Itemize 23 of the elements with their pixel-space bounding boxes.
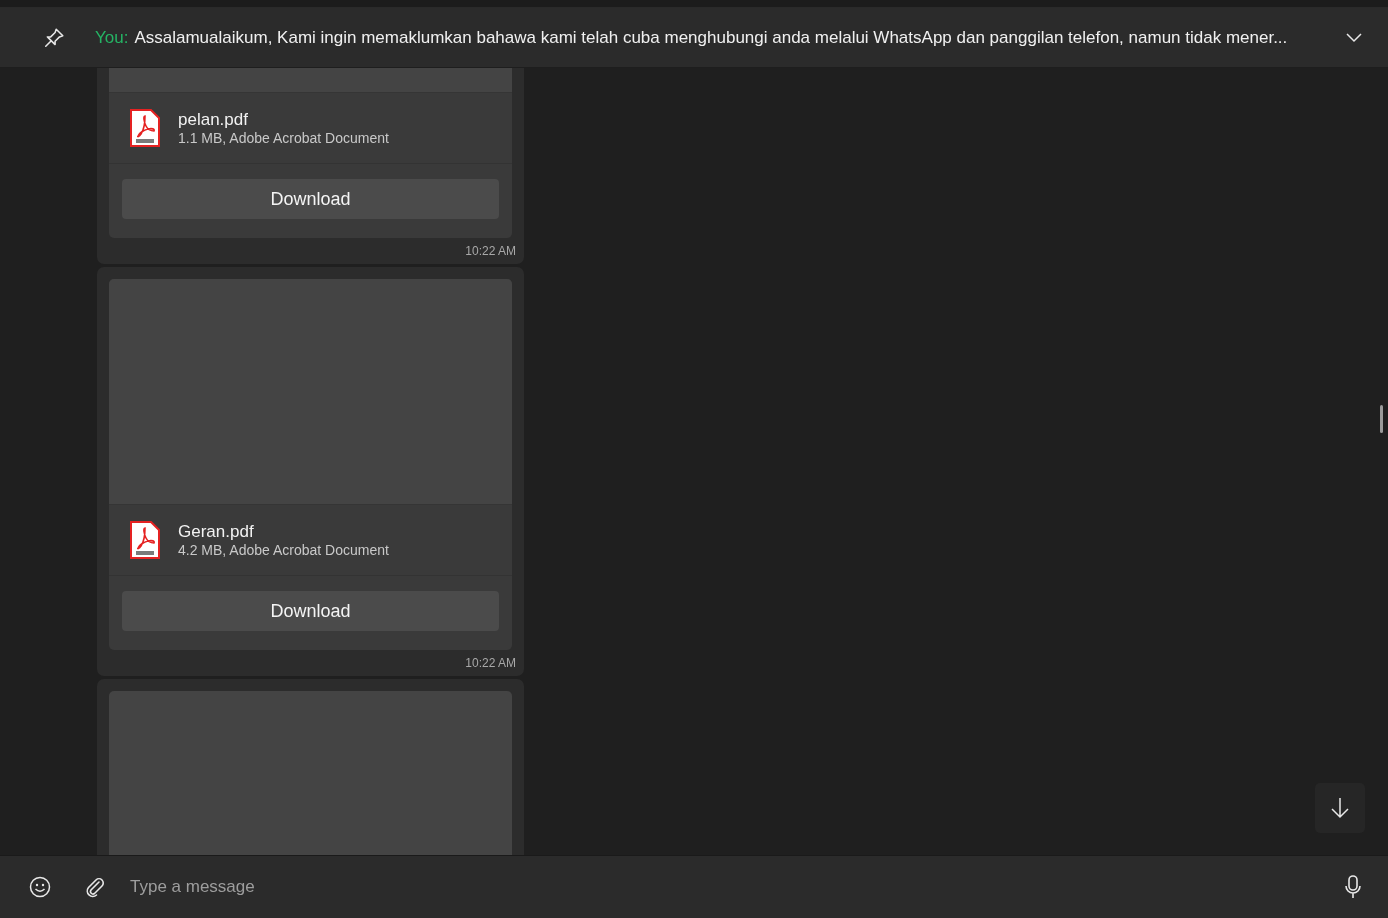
arrow-down-icon [1330,797,1350,819]
file-name: pelan.pdf [178,110,249,130]
download-button[interactable]: Download [122,179,499,219]
pdf-icon [130,521,160,559]
download-button[interactable]: Download [122,591,499,631]
pinned-text: Assalamualaikum, Kami ingin memaklumkan bahawa kami telah cuba menghubungi anda melalui WhatsApp dan panggilan telefon, namun tidak mener... [134,27,1289,48]
scroll-down-button[interactable] [1315,783,1365,833]
message-time: 10:22 AM [464,655,517,672]
scrollbar-thumb[interactable] [1380,405,1383,433]
microphone-icon[interactable] [1344,875,1362,899]
paperclip-icon[interactable] [84,876,106,898]
pdf-icon [130,109,160,147]
message-input[interactable]: Type a message [128,876,1324,898]
pin-icon [43,26,65,49]
message-time: 10:22 AM [464,243,517,260]
chevron-down-icon[interactable] [1346,32,1362,43]
pinned-sender: You: [95,27,129,48]
file-details: 1.1 MB, Adobe Acrobat Document [178,130,389,146]
file-name: Geran.pdf [178,522,255,542]
composer-bar[interactable]: Type a message [0,855,1388,918]
file-details: 4.2 MB, Adobe Acrobat Document [178,542,389,558]
pinned-message-bar[interactable]: You: Assalamualaikum, Kami ingin memaklumkan bahawa kami telah cuba menghubungi anda melalui WhatsApp dan panggilan telefon, namun tidak mener... [0,8,1388,68]
emoji-icon[interactable] [29,876,51,898]
